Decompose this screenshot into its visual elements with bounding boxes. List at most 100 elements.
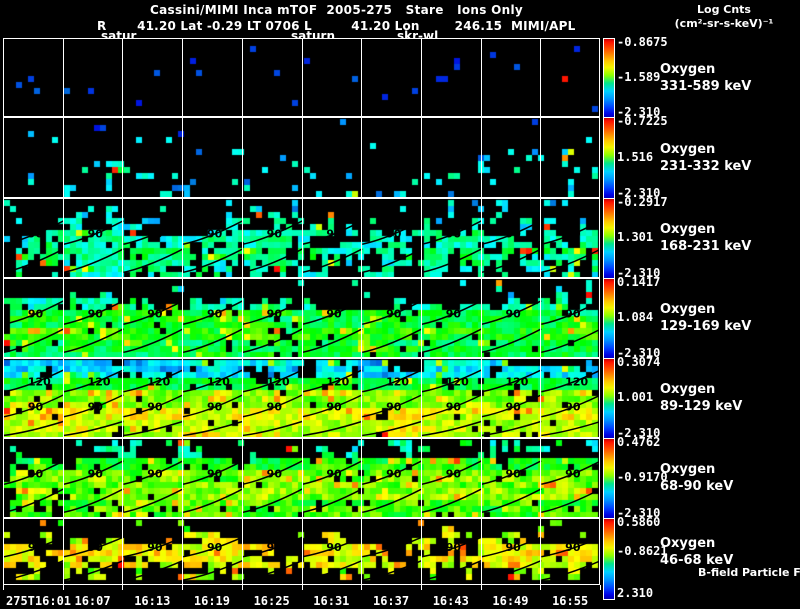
band-species-label: Oxygen xyxy=(660,222,716,237)
panel-divider xyxy=(481,439,482,517)
panel-divider xyxy=(421,279,422,357)
band-species-label: Oxygen xyxy=(660,141,716,157)
time-tick xyxy=(63,585,64,590)
energy-band-label-7: Oxygen 46-68 keV xyxy=(660,535,733,569)
colorbar-tick-max-band-7: 0.5860 xyxy=(617,515,661,529)
panel-divider xyxy=(540,519,541,584)
panel-divider xyxy=(361,199,362,277)
time-tick xyxy=(540,585,541,590)
colorbar-band-7 xyxy=(603,518,615,600)
band-species-label: Oxygen xyxy=(660,61,716,77)
energy-band-panel-1 xyxy=(3,38,600,117)
panel-divider xyxy=(242,39,243,116)
colorbar-tick-max-band-2: -0.7225 xyxy=(617,114,668,128)
colorbar-tick-mid-band-3: 1.301 xyxy=(617,230,654,244)
panel-divider xyxy=(421,519,422,584)
time-tick xyxy=(361,585,362,590)
band-energy-label: 168-231 keV xyxy=(660,239,752,254)
panel-divider xyxy=(122,279,123,357)
time-label-2: 16:13 xyxy=(134,594,171,608)
panel-divider xyxy=(361,118,362,197)
time-tick xyxy=(122,585,123,590)
panel-divider xyxy=(421,359,422,437)
colorbar-band-2 xyxy=(603,117,615,200)
plot-subtitle: R 41.20 Lat -0.29 LT 0706 L 41.20 Lon 24… xyxy=(97,19,576,33)
panel-divider xyxy=(122,199,123,277)
energy-band-panel-7: 90 90 90 90 90 90 90 90 90 90 xyxy=(3,518,600,585)
panel-divider xyxy=(481,199,482,277)
colorbar-band-5 xyxy=(603,358,615,440)
panel-divider xyxy=(481,279,482,357)
panel-divider xyxy=(421,118,422,197)
panel-divider xyxy=(63,359,64,437)
panel-divider xyxy=(63,39,64,116)
colorbar-tick-mid-band-1: -1.589 xyxy=(617,69,661,84)
colorbar-band-4 xyxy=(603,278,615,360)
energy-band-label-3: Oxygen 168-231 keV xyxy=(660,221,751,255)
band-energy-label: 46-68 keV xyxy=(660,552,734,568)
band-energy-label: 89-129 keV xyxy=(660,399,743,414)
panel-divider xyxy=(63,439,64,517)
panel-divider xyxy=(481,519,482,584)
energy-band-panel-6: 90 90 90 90 90 90 90 90 90 90 xyxy=(3,438,600,518)
panel-divider xyxy=(182,118,183,197)
panel-divider xyxy=(182,439,183,517)
band-species-label: Oxygen xyxy=(660,382,716,397)
energy-band-label-6: Oxygen 68-90 keV xyxy=(660,461,733,495)
colorbar-band-1 xyxy=(603,38,615,119)
colorbar-tick-mid-band-4: 1.084 xyxy=(617,310,654,324)
energy-band-label-4: Oxygen 129-169 keV xyxy=(660,301,751,335)
colorbar-tick-max-band-1: -0.8675 xyxy=(617,35,668,49)
panel-divider xyxy=(122,118,123,197)
colorbar-tick-min-band-7: 2.310 xyxy=(617,586,654,600)
panel-divider xyxy=(361,39,362,116)
panel-divider xyxy=(302,199,303,277)
panel-divider xyxy=(122,519,123,584)
plot-title: Cassini/MIMI Inca mTOF 2005-275 Stare Io… xyxy=(150,3,524,17)
colorbar-tick-max-band-5: 0.3074 xyxy=(617,355,661,369)
time-tick xyxy=(242,585,243,590)
band-energy-label: 129-169 keV xyxy=(660,319,752,334)
panel-divider xyxy=(540,359,541,437)
panel-divider xyxy=(182,279,183,357)
time-label-6: 16:37 xyxy=(372,594,410,608)
panel-divider xyxy=(361,279,362,357)
panel-divider xyxy=(540,39,541,116)
colorbar-tick-max-band-4: 0.1417 xyxy=(617,275,661,289)
band-species-label: Oxygen xyxy=(660,302,716,317)
colorbar-tick-max-band-6: 0.4762 xyxy=(617,435,661,449)
panel-divider xyxy=(302,359,303,437)
time-tick xyxy=(600,585,601,590)
colorbar-tick-mid-band-5: 1.001 xyxy=(617,390,654,404)
colorbar-title: Log Cnts (cm²-sr-s-keV)⁻¹ xyxy=(650,3,798,31)
panel-divider xyxy=(63,279,64,357)
cassini-mimi-spectrogram: Cassini/MIMI Inca mTOF 2005-275 Stare Io… xyxy=(0,0,800,609)
energy-band-panel-3: 90 90 90 90 90 90 90 90 90 90 xyxy=(3,198,600,278)
panel-divider xyxy=(421,439,422,517)
panel-divider xyxy=(302,519,303,584)
band-species-label: Oxygen xyxy=(660,462,716,477)
panel-divider xyxy=(242,279,243,357)
band-energy-label: 68-90 keV xyxy=(660,479,734,494)
panel-divider xyxy=(182,519,183,584)
panel-divider xyxy=(421,199,422,277)
energy-band-label-2: Oxygen 231-332 keV xyxy=(660,141,751,175)
colorbar-tick-max-band-3: -0.2917 xyxy=(617,195,668,209)
panel-divider xyxy=(302,279,303,357)
energy-band-label-1: Oxygen 331-589 keV xyxy=(660,61,751,95)
time-tick xyxy=(182,585,183,590)
panel-divider xyxy=(481,359,482,437)
time-label-3: 16:19 xyxy=(193,594,230,608)
panel-divider xyxy=(63,118,64,197)
panel-divider xyxy=(63,519,64,584)
panel-divider xyxy=(182,359,183,437)
panel-divider xyxy=(540,199,541,277)
panel-divider xyxy=(242,439,243,517)
energy-band-panel-4: 90 90 90 90 90 90 90 90 90 90 xyxy=(3,278,600,358)
colorbar-title-line1: Log Cnts xyxy=(697,3,751,16)
energy-band-panel-2 xyxy=(3,117,600,198)
panel-divider xyxy=(540,118,541,197)
colorbar-band-6 xyxy=(603,438,615,520)
time-label-8: 16:49 xyxy=(492,594,529,608)
panel-divider xyxy=(242,199,243,277)
